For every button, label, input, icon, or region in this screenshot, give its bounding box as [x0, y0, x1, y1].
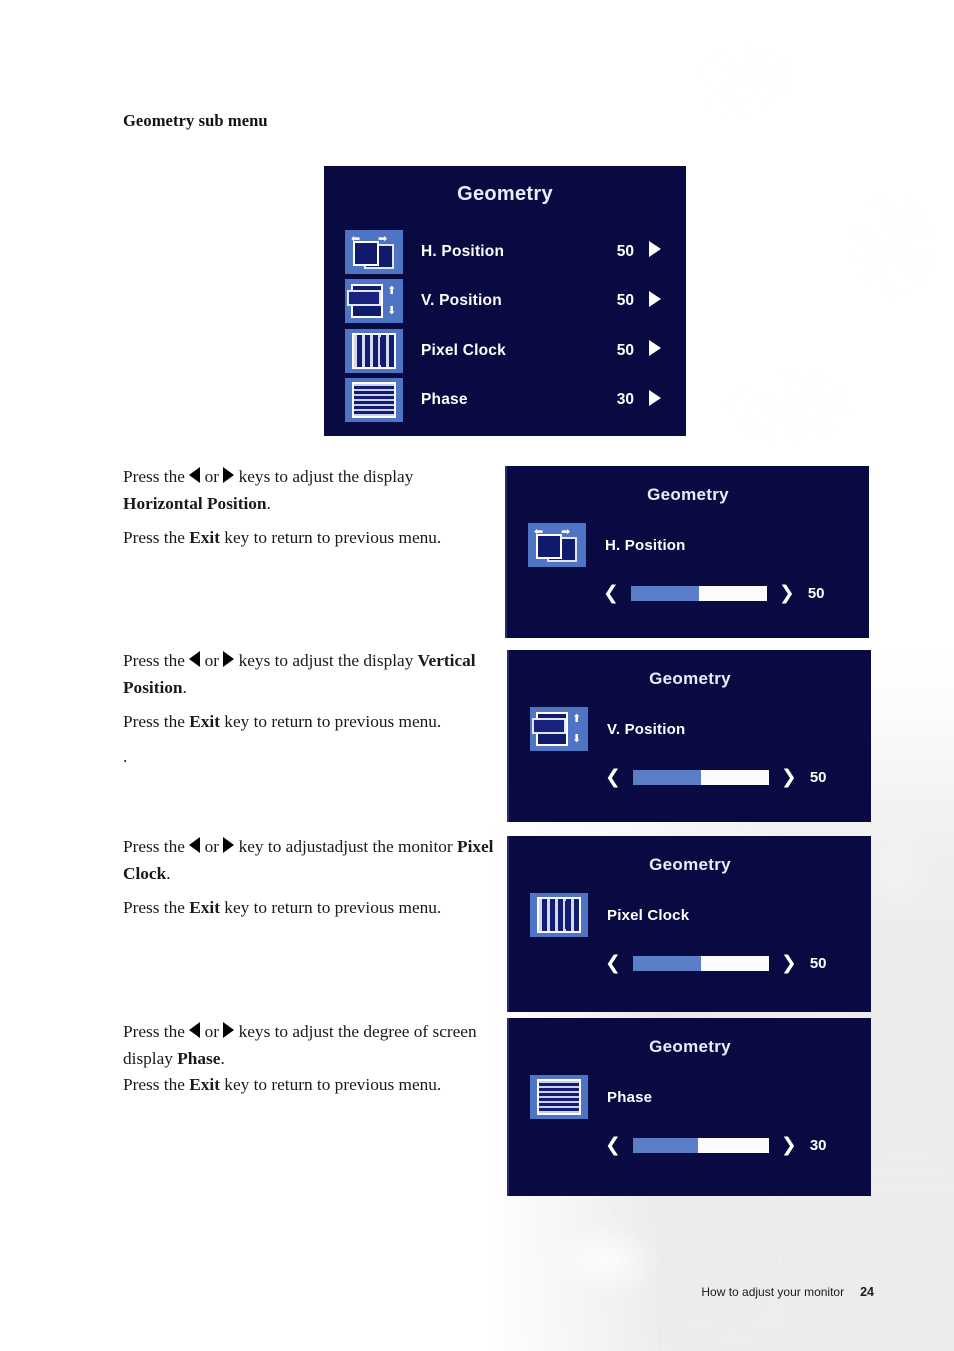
menu-item-value: 50	[616, 242, 634, 260]
osd-panel-title: Geometry	[649, 669, 731, 688]
slider-value: 50	[809, 769, 827, 786]
triangle-right-icon	[223, 1022, 235, 1038]
chevron-left-icon[interactable]: ❮	[605, 1136, 621, 1155]
chevron-right-icon[interactable]: ❯	[779, 584, 795, 603]
menu-item-label: H. Position	[421, 242, 505, 260]
exit-line: Press the Exit key to return to previous…	[123, 1075, 442, 1094]
triangle-right-icon	[223, 467, 235, 483]
menu-item-label: V. Position	[421, 292, 502, 310]
osd-panel-phase: Geometry Phase ❮ ❯ 30	[507, 1018, 871, 1196]
slider-track[interactable]	[632, 1138, 769, 1153]
osd-panel-item: Phase	[530, 1075, 652, 1119]
chevron-right-icon[interactable]: ❯	[781, 768, 797, 787]
osd-slider-row: ❮ ❯ 50	[605, 954, 827, 973]
slider-fill	[632, 956, 701, 971]
arrow-right-glyph: ➡	[561, 525, 571, 538]
osd-slider-row: ❮ ❯ 50	[603, 584, 825, 603]
trailing-period: .	[123, 746, 128, 766]
slider-track[interactable]	[632, 956, 769, 971]
page-footer: How to adjust your monitor 24	[701, 1285, 874, 1299]
arrow-up-glyph: ⬆	[387, 284, 397, 298]
osd-panel-title: Geometry	[649, 855, 731, 874]
osd-panel-item: Pixel Clock	[530, 893, 689, 937]
menu-item-value: 50	[616, 292, 634, 310]
menu-item-value: 50	[616, 341, 634, 359]
osd-panel-label: V. Position	[607, 720, 686, 738]
menu-item-pixel-clock[interactable]: Pixel Clock 50	[345, 326, 676, 376]
chevron-left-icon[interactable]: ❮	[603, 584, 619, 603]
h-position-icon: ⬅ ➡	[345, 229, 403, 274]
menu-item-phase[interactable]: Phase 30	[345, 376, 676, 426]
osd-panel-item: ⬅ ➡ H. Position	[528, 523, 686, 567]
chevron-left-icon[interactable]: ❮	[605, 954, 621, 973]
triangle-left-icon	[189, 467, 201, 483]
slider-value: 50	[807, 585, 825, 602]
osd-panel-label: H. Position	[605, 536, 686, 554]
osd-panel-title: Geometry	[647, 485, 729, 504]
osd-panel-v-position: Geometry ⬆ ⬇ V. Position ❮ ❯ 50	[507, 650, 871, 822]
instruction-line: Press the or keys to adjust the display …	[123, 467, 414, 513]
menu-item-v-position[interactable]: ⬆ ⬇ V. Position 50	[345, 277, 676, 327]
triangle-right-icon[interactable]	[634, 241, 676, 262]
exit-line: Press the Exit key to return to previous…	[123, 712, 442, 731]
slider-fill	[632, 770, 701, 785]
slider-track[interactable]	[632, 770, 769, 785]
triangle-right-icon[interactable]	[634, 389, 676, 411]
arrow-down-glyph: ⬇	[572, 732, 582, 745]
osd-panel-label: Phase	[607, 1088, 653, 1106]
arrow-down-glyph: ⬇	[387, 304, 397, 318]
slider-track[interactable]	[630, 586, 767, 601]
chevron-right-icon[interactable]: ❯	[781, 954, 797, 973]
page-title: Geometry sub menu	[123, 111, 268, 130]
triangle-left-icon	[189, 651, 201, 667]
osd-slider-row: ❮ ❯ 50	[605, 768, 827, 787]
page-number: 24	[860, 1285, 874, 1299]
osd-panel-title: Geometry	[649, 1037, 731, 1056]
osd-panel-h-position: Geometry ⬅ ➡ H. Position ❮ ❯ 50	[505, 466, 869, 638]
chevron-right-icon[interactable]: ❯	[781, 1136, 797, 1155]
menu-item-label: Pixel Clock	[421, 341, 506, 359]
v-position-icon: ⬆ ⬇	[345, 279, 403, 324]
triangle-right-icon	[223, 837, 235, 853]
osd-menu-rows: ⬅ ➡ H. Position 50 ⬆ ⬇ V. Position 50 Pi…	[345, 227, 676, 425]
osd-panel-label: Pixel Clock	[607, 906, 690, 924]
slider-fill	[632, 1138, 699, 1153]
pixel-clock-icon	[345, 328, 403, 373]
osd-menu-title: Geometry	[457, 183, 553, 205]
v-position-icon: ⬆ ⬇	[530, 707, 588, 751]
osd-panel-pixel-clock: Geometry Pixel Clock ❮ ❯ 50	[507, 836, 871, 1012]
pixel-clock-icon	[530, 893, 588, 937]
phase-icon	[345, 378, 403, 423]
triangle-right-icon[interactable]	[634, 290, 676, 312]
phase-icon	[530, 1075, 588, 1119]
instruction-block-phase: Press the or keys to adjust the degree o…	[123, 1019, 495, 1099]
triangle-right-icon	[223, 651, 235, 667]
slider-value: 50	[809, 955, 827, 972]
chevron-left-icon[interactable]: ❮	[605, 768, 621, 787]
footer-label: How to adjust your monitor	[701, 1285, 845, 1299]
instruction-block-h-position: Press the or keys to adjust the display …	[123, 464, 495, 552]
slider-value: 30	[809, 1137, 827, 1154]
triangle-left-icon	[189, 1022, 201, 1038]
triangle-right-icon[interactable]	[634, 340, 676, 361]
slider-fill	[630, 586, 699, 601]
instruction-line: Press the or keys to adjust the display …	[123, 651, 476, 697]
osd-panel-item: ⬆ ⬇ V. Position	[530, 707, 685, 751]
exit-line: Press the Exit key to return to previous…	[123, 528, 442, 547]
instruction-block-v-position: Press the or keys to adjust the display …	[123, 648, 495, 770]
instruction-block-pixel-clock: Press the or key to adjustadjust the mon…	[123, 834, 495, 922]
instruction-line: Press the or key to adjustadjust the mon…	[123, 837, 494, 883]
menu-item-label: Phase	[421, 391, 468, 409]
osd-slider-row: ❮ ❯ 30	[605, 1136, 827, 1155]
menu-item-h-position[interactable]: ⬅ ➡ H. Position 50	[345, 227, 676, 277]
arrow-up-glyph: ⬆	[572, 712, 582, 725]
osd-main-menu: Geometry ⬅ ➡ H. Position 50 ⬆ ⬇ V. Posit…	[324, 166, 686, 436]
menu-item-value: 30	[616, 391, 634, 409]
triangle-left-icon	[189, 837, 201, 853]
exit-line: Press the Exit key to return to previous…	[123, 898, 442, 917]
h-position-icon: ⬅ ➡	[528, 523, 586, 567]
instruction-line: Press the or keys to adjust the degree o…	[123, 1022, 477, 1068]
arrow-right-glyph: ➡	[378, 231, 388, 245]
